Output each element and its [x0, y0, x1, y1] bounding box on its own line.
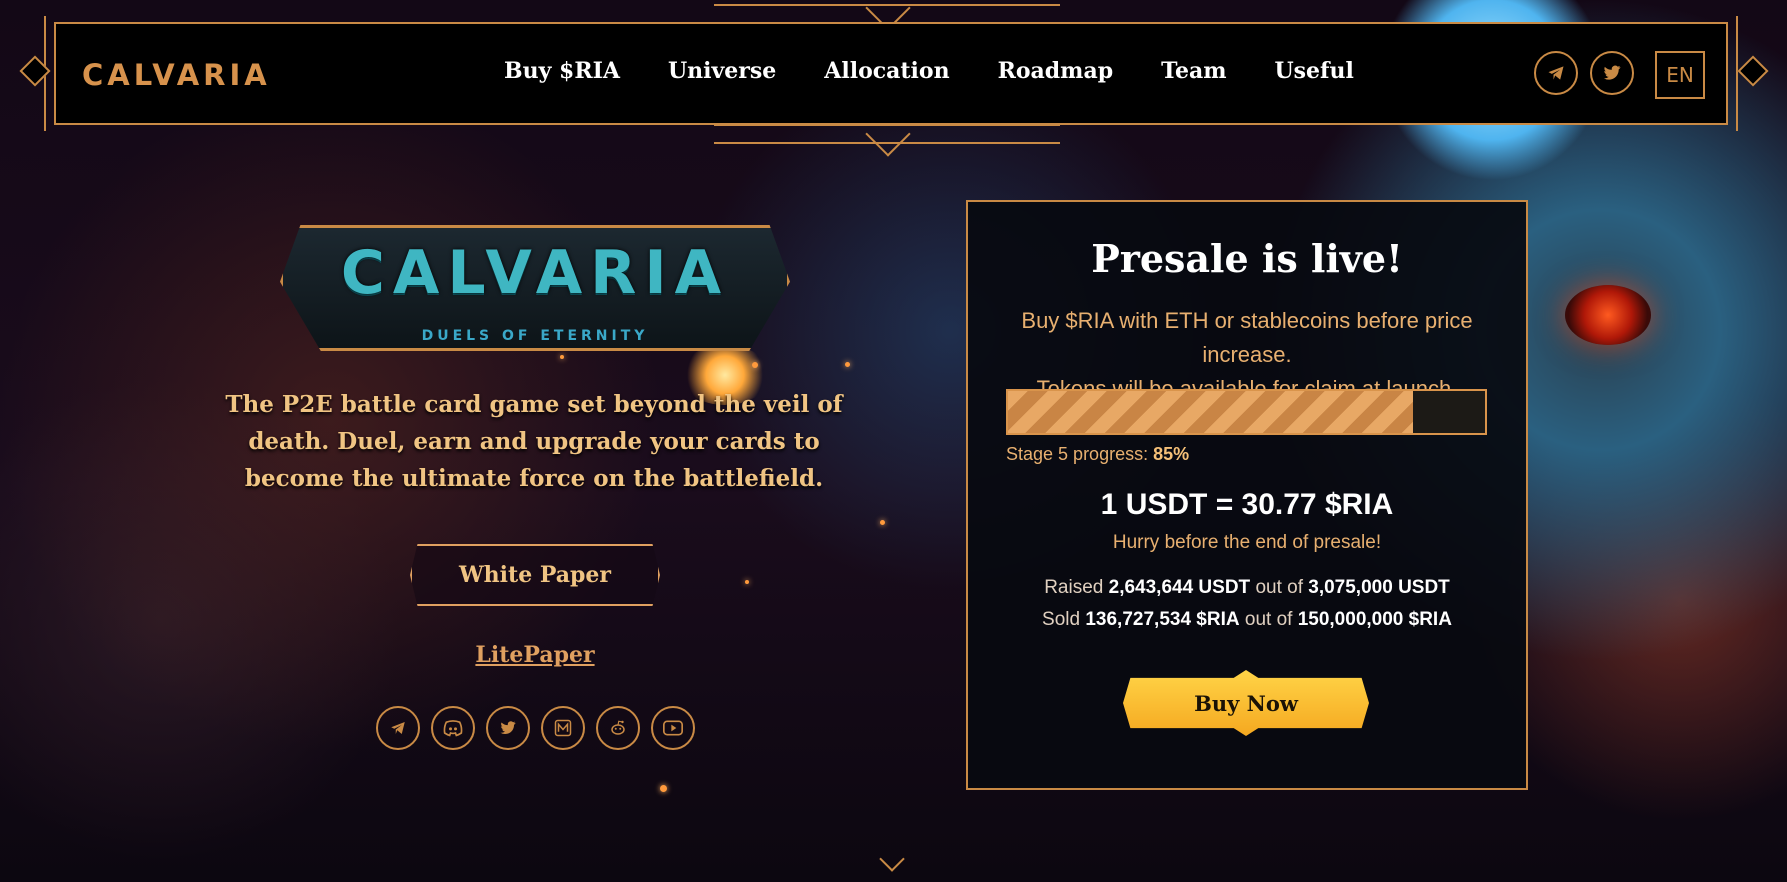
presale-description-line1: Buy $RIA with ETH or stablecoins before … [1021, 308, 1473, 367]
stage-progress: Stage 5 progress: 85% [1006, 444, 1189, 465]
sold-total: 150,000,000 $RIA [1297, 609, 1452, 630]
sold-amount: 136,727,534 $RIA [1085, 609, 1240, 630]
raised-mid: out of [1255, 577, 1303, 598]
ember [845, 362, 850, 367]
sold-stat: Sold 136,727,534 $RIA out of 150,000,000… [966, 609, 1528, 631]
nav-item-useful[interactable]: Useful [1274, 58, 1353, 84]
ember [880, 520, 885, 525]
stage-progress-value: 85% [1153, 444, 1190, 464]
stage-progress-label: Stage 5 progress: [1006, 444, 1149, 464]
ember [660, 785, 667, 792]
nav-item-buy-ria[interactable]: Buy $RIA [504, 58, 620, 84]
presale-progress-fill [1008, 391, 1414, 433]
nav-item-team[interactable]: Team [1161, 58, 1226, 84]
hero-tagline: The P2E battle card game set beyond the … [225, 391, 843, 492]
dragon-eye-artwork [1565, 285, 1651, 345]
hero-telegram-button[interactable] [376, 706, 420, 750]
ember [752, 362, 758, 368]
token-price: 1 USDT = 30.77 $RIA [1100, 488, 1394, 521]
youtube-icon [663, 720, 683, 736]
raised-stat: Raised 2,643,644 USDT out of 3,075,000 U… [966, 577, 1528, 599]
game-logo-subtitle: DUELS OF ETERNITY [421, 328, 649, 344]
game-logo-title: CALVARIA [340, 238, 730, 308]
buy-now-button[interactable]: Buy Now [1123, 670, 1369, 736]
hero-social-row [376, 706, 695, 750]
hero-youtube-button[interactable] [651, 706, 695, 750]
main-menu: Buy $RIA Universe Allocation Roadmap Tea… [504, 58, 1354, 84]
nav-item-allocation[interactable]: Allocation [824, 58, 949, 84]
medium-icon [554, 719, 572, 737]
discord-icon [443, 720, 463, 737]
telegram-icon [1548, 66, 1564, 80]
ember [745, 580, 749, 584]
hero-reddit-button[interactable] [596, 706, 640, 750]
raised-total: 3,075,000 USDT [1308, 577, 1450, 598]
nav-telegram-button[interactable] [1534, 51, 1578, 95]
nav-twitter-button[interactable] [1590, 51, 1634, 95]
telegram-icon [391, 722, 405, 734]
hero-twitter-button[interactable] [486, 706, 530, 750]
sold-prefix: Sold [1042, 609, 1081, 630]
twitter-icon [500, 721, 516, 735]
presale-progress-bar [1006, 389, 1487, 435]
hurry-text: Hurry before the end of presale! [1112, 532, 1382, 553]
twitter-icon [1603, 65, 1621, 80]
reddit-icon [611, 720, 625, 735]
litepaper-link[interactable]: LitePaper [440, 642, 630, 668]
hero-discord-button[interactable] [431, 706, 475, 750]
raised-amount: 2,643,644 USDT [1108, 577, 1251, 598]
nav-item-roadmap[interactable]: Roadmap [998, 58, 1114, 84]
sold-mid: out of [1244, 609, 1293, 630]
nav-item-universe[interactable]: Universe [668, 58, 776, 84]
ember [560, 355, 564, 359]
white-paper-button[interactable]: White Paper [410, 544, 660, 606]
language-selector[interactable]: EN [1655, 51, 1705, 99]
hero-medium-button[interactable] [541, 706, 585, 750]
presale-title: Presale is live! [1091, 236, 1403, 281]
raised-prefix: Raised [1044, 577, 1104, 598]
site-logo[interactable]: CALVARIA [82, 58, 271, 92]
